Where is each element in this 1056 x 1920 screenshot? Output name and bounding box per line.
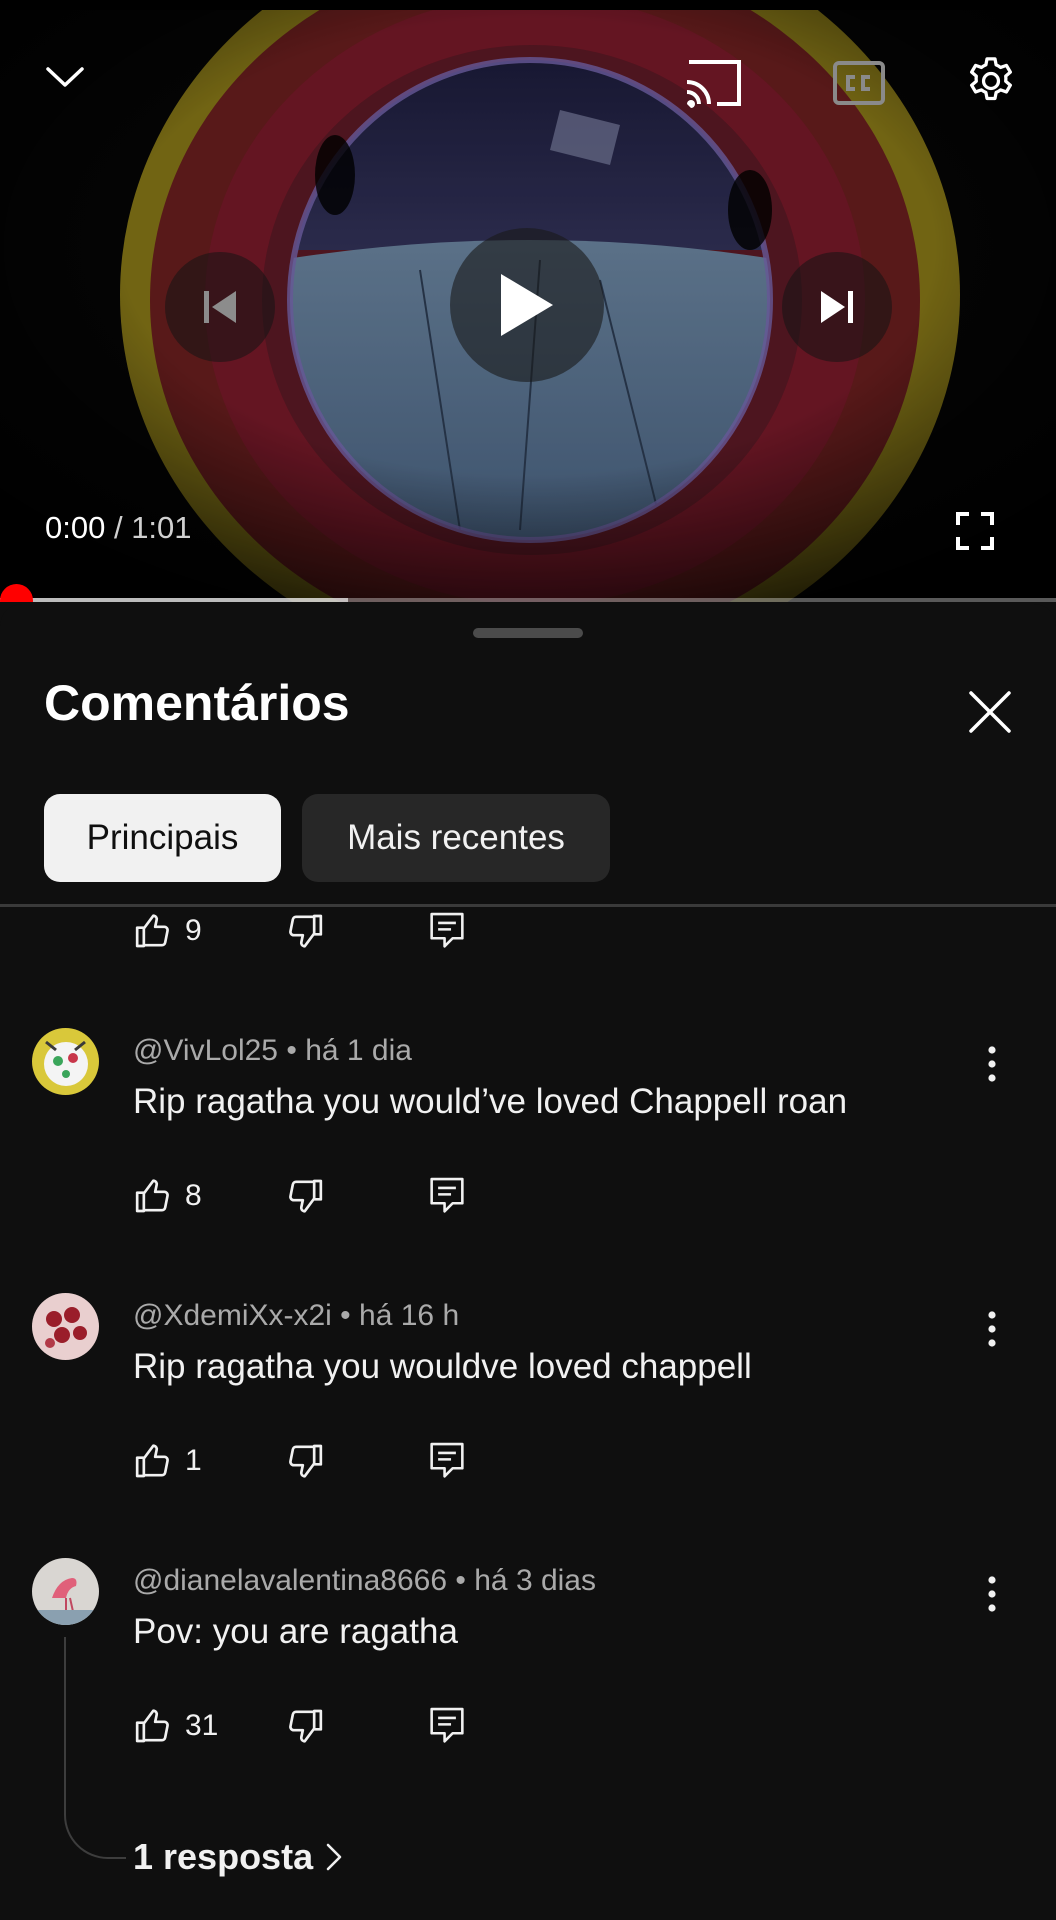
- gear-icon: [970, 57, 1012, 101]
- chevron-down-icon: [46, 67, 84, 87]
- reply-button[interactable]: [427, 1701, 467, 1751]
- next-button[interactable]: [782, 252, 892, 362]
- comment-author[interactable]: @dianelavalentina8666: [133, 1564, 447, 1597]
- cast-button[interactable]: [682, 56, 744, 110]
- comment-actions: 9: [133, 906, 473, 956]
- comment-meta: @dianelavalentina8666 • há 3 dias: [133, 1564, 596, 1598]
- comment-author[interactable]: @VivLol25: [133, 1034, 278, 1067]
- comment-time: há 16 h: [359, 1299, 460, 1332]
- comment-author[interactable]: @XdemiXx-x2i: [133, 1299, 332, 1332]
- settings-button[interactable]: [962, 52, 1020, 110]
- thumbs-up-icon: [135, 1444, 169, 1478]
- comment-actions: 1: [133, 1436, 473, 1486]
- comment-actions: 8: [133, 1171, 473, 1221]
- comment-actions: 31: [133, 1701, 473, 1751]
- fullscreen-button[interactable]: [952, 508, 998, 554]
- replies-label: 1 resposta: [133, 1836, 314, 1877]
- like-count: 1: [185, 1444, 202, 1477]
- chip-mais-recentes[interactable]: Mais recentes: [302, 794, 610, 882]
- chevron-right-icon: [326, 1843, 342, 1871]
- comment-text: Rip ragatha you wouldve loved chappell: [133, 1347, 752, 1386]
- buffered-bar: [0, 598, 349, 602]
- captions-button[interactable]: [832, 60, 886, 106]
- thumbs-up-icon: [135, 1179, 169, 1213]
- more-options-button[interactable]: [972, 1301, 1012, 1357]
- avatar-image: [32, 1293, 99, 1360]
- drag-handle[interactable]: [473, 628, 583, 638]
- reply-button[interactable]: [427, 1171, 467, 1221]
- thumbs-down-icon: [289, 1444, 323, 1478]
- play-icon: [501, 274, 553, 336]
- dislike-button[interactable]: [285, 1701, 325, 1751]
- more-vertical-icon: [988, 1311, 996, 1347]
- comment-text: Pov: you are ragatha: [133, 1612, 458, 1651]
- more-vertical-icon: [988, 1046, 996, 1082]
- comment-reply-icon: [430, 1177, 464, 1213]
- previous-button[interactable]: [165, 252, 275, 362]
- comment-text: Rip ragatha you would’ve loved Chappell …: [133, 1082, 848, 1121]
- avatar-image: [32, 1558, 99, 1625]
- cast-icon: [686, 60, 741, 108]
- comment-meta: @XdemiXx-x2i • há 16 h: [133, 1299, 459, 1333]
- minimize-button[interactable]: [40, 52, 90, 102]
- dislike-button[interactable]: [285, 1436, 325, 1486]
- like-count: 9: [185, 914, 202, 947]
- comment-time: há 1 dia: [305, 1034, 412, 1067]
- reply-button[interactable]: [427, 1436, 467, 1486]
- current-time: 0:00: [45, 510, 106, 545]
- like-button[interactable]: 31: [133, 1701, 218, 1751]
- close-icon: [969, 691, 1011, 733]
- meta-separator: •: [331, 1299, 360, 1332]
- comment-reply-icon: [430, 1707, 464, 1743]
- thumbs-up-icon: [135, 914, 169, 948]
- thumbs-up-icon: [135, 1709, 169, 1743]
- time-separator: /: [105, 510, 132, 545]
- thread-connector: [64, 1637, 126, 1859]
- like-button[interactable]: 9: [133, 906, 202, 956]
- comment-reply-icon: [430, 1442, 464, 1478]
- like-button[interactable]: 1: [133, 1436, 202, 1486]
- like-count: 8: [185, 1179, 202, 1212]
- more-vertical-icon: [988, 1576, 996, 1612]
- thumbs-down-icon: [289, 914, 323, 948]
- meta-separator: •: [447, 1564, 475, 1597]
- progress-bar[interactable]: [0, 584, 1056, 602]
- fullscreen-icon: [956, 512, 994, 550]
- chip-principais[interactable]: Principais: [44, 794, 281, 882]
- comments-panel: Comentários Principais Mais recentes 9 @…: [0, 604, 1056, 1920]
- skip-previous-icon: [204, 291, 236, 323]
- captions-icon: [833, 61, 885, 105]
- avatar[interactable]: [32, 1293, 99, 1360]
- like-count: 31: [185, 1709, 219, 1742]
- more-options-button[interactable]: [972, 1036, 1012, 1092]
- thumbs-down-icon: [289, 1179, 323, 1213]
- meta-separator: •: [278, 1034, 306, 1067]
- more-options-button[interactable]: [972, 1566, 1012, 1622]
- comment-meta: @VivLol25 • há 1 dia: [133, 1034, 412, 1068]
- skip-next-icon: [821, 291, 853, 323]
- video-player[interactable]: 0:00 / 1:01: [0, 0, 1056, 602]
- view-replies-button[interactable]: 1 resposta: [133, 1836, 343, 1878]
- like-button[interactable]: 8: [133, 1171, 202, 1221]
- video-duration: 1:01: [131, 510, 192, 545]
- dislike-button[interactable]: [285, 1171, 325, 1221]
- panel-title: Comentários: [44, 675, 350, 731]
- avatar-image: [32, 1028, 99, 1095]
- comment-time: há 3 dias: [474, 1564, 596, 1597]
- close-button[interactable]: [960, 682, 1020, 742]
- reply-button[interactable]: [427, 906, 467, 956]
- thumbs-down-icon: [289, 1709, 323, 1743]
- comment-reply-icon: [430, 912, 464, 948]
- play-button[interactable]: [450, 228, 604, 382]
- dislike-button[interactable]: [285, 906, 325, 956]
- time-display: 0:00 / 1:01: [45, 510, 192, 546]
- avatar[interactable]: [32, 1558, 99, 1625]
- avatar[interactable]: [32, 1028, 99, 1095]
